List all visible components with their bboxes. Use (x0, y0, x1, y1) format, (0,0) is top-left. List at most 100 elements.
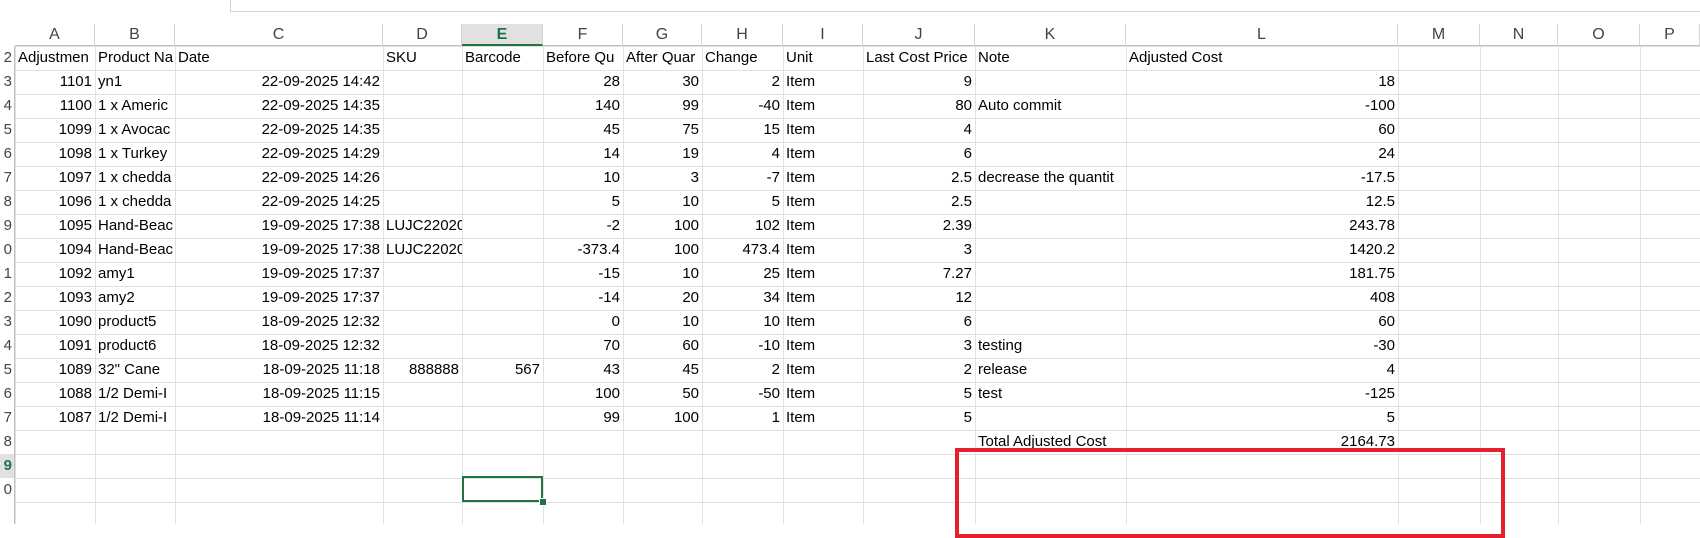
data-cell-b[interactable]: 1 x Avocac (95, 118, 175, 142)
data-cell-j[interactable]: 5 (863, 406, 975, 430)
data-cell-l[interactable]: -30 (1126, 334, 1398, 358)
row-header-4[interactable]: 4 (0, 94, 14, 118)
data-cell-j[interactable]: 3 (863, 238, 975, 262)
row-header-14[interactable]: 4 (0, 334, 14, 358)
data-cell-h[interactable]: 473.4 (702, 238, 783, 262)
data-cell-l[interactable]: -17.5 (1126, 166, 1398, 190)
data-cell-j[interactable]: 6 (863, 310, 975, 334)
data-cell-a[interactable]: 1098 (15, 142, 95, 166)
data-cell-c[interactable]: 18-09-2025 11:15 (175, 382, 383, 406)
column-header-d[interactable]: D (383, 24, 462, 46)
data-cell-l[interactable]: 4 (1126, 358, 1398, 382)
data-cell-b[interactable]: product5 (95, 310, 175, 334)
data-cell-i[interactable]: Item (783, 214, 863, 238)
data-cell-g[interactable]: 30 (623, 70, 702, 94)
data-cell-f[interactable]: 28 (543, 70, 623, 94)
row-header-6[interactable]: 6 (0, 142, 14, 166)
row-header-5[interactable]: 5 (0, 118, 14, 142)
data-cell-a[interactable]: 1088 (15, 382, 95, 406)
data-cell-b[interactable]: product6 (95, 334, 175, 358)
data-cell-f[interactable]: 0 (543, 310, 623, 334)
data-cell-h[interactable]: 1 (702, 406, 783, 430)
data-cell-c[interactable]: 22-09-2025 14:42 (175, 70, 383, 94)
data-cell-j[interactable]: 9 (863, 70, 975, 94)
data-cell-j[interactable]: 3 (863, 334, 975, 358)
data-cell-l[interactable]: 12.5 (1126, 190, 1398, 214)
data-cell-l[interactable]: -125 (1126, 382, 1398, 406)
data-cell-a[interactable]: 1089 (15, 358, 95, 382)
data-cell-g[interactable]: 75 (623, 118, 702, 142)
data-cell-c[interactable]: 18-09-2025 11:18 (175, 358, 383, 382)
data-cell-k[interactable]: Auto commit (975, 94, 1126, 118)
data-cell-a[interactable]: 1091 (15, 334, 95, 358)
data-cell-c[interactable]: 18-09-2025 12:32 (175, 310, 383, 334)
data-cell-g[interactable]: 3 (623, 166, 702, 190)
data-cell-e[interactable]: 567 (462, 358, 543, 382)
data-cell-c[interactable]: 18-09-2025 12:32 (175, 334, 383, 358)
data-cell-l[interactable]: 60 (1126, 310, 1398, 334)
data-cell-h[interactable]: -50 (702, 382, 783, 406)
data-cell-h[interactable]: 15 (702, 118, 783, 142)
header-cell-l[interactable]: Adjusted Cost (1126, 46, 1398, 70)
data-cell-a[interactable]: 1092 (15, 262, 95, 286)
data-cell-j[interactable]: 12 (863, 286, 975, 310)
data-cell-i[interactable]: Item (783, 142, 863, 166)
data-cell-i[interactable]: Item (783, 382, 863, 406)
data-cell-i[interactable]: Item (783, 94, 863, 118)
data-cell-f[interactable]: 45 (543, 118, 623, 142)
data-cell-f[interactable]: -15 (543, 262, 623, 286)
column-header-m[interactable]: M (1398, 24, 1480, 46)
row-header-11[interactable]: 1 (0, 262, 14, 286)
column-header-n[interactable]: N (1480, 24, 1558, 46)
data-cell-j[interactable]: 2.5 (863, 166, 975, 190)
data-cell-b[interactable]: Hand-Beac (95, 238, 175, 262)
header-cell-d[interactable]: SKU (383, 46, 462, 70)
data-cell-b[interactable]: yn1 (95, 70, 175, 94)
data-cell-f[interactable]: -2 (543, 214, 623, 238)
data-cell-a[interactable]: 1095 (15, 214, 95, 238)
data-cell-g[interactable]: 10 (623, 262, 702, 286)
data-cell-a[interactable]: 1096 (15, 190, 95, 214)
data-cell-c[interactable]: 19-09-2025 17:37 (175, 262, 383, 286)
data-cell-c[interactable]: 22-09-2025 14:35 (175, 94, 383, 118)
data-cell-a[interactable]: 1097 (15, 166, 95, 190)
row-header-7[interactable]: 7 (0, 166, 14, 190)
data-cell-b[interactable]: 1 x Turkey (95, 142, 175, 166)
data-cell-c[interactable]: 18-09-2025 11:14 (175, 406, 383, 430)
data-cell-g[interactable]: 100 (623, 214, 702, 238)
data-cell-g[interactable]: 100 (623, 238, 702, 262)
data-cell-i[interactable]: Item (783, 238, 863, 262)
header-cell-c[interactable]: Date (175, 46, 383, 70)
row-header-12[interactable]: 2 (0, 286, 14, 310)
data-cell-h[interactable]: 10 (702, 310, 783, 334)
data-cell-g[interactable]: 50 (623, 382, 702, 406)
data-cell-b[interactable]: amy2 (95, 286, 175, 310)
column-header-h[interactable]: H (702, 24, 783, 46)
data-cell-i[interactable]: Item (783, 70, 863, 94)
column-header-p[interactable]: P (1640, 24, 1700, 46)
data-cell-b[interactable]: 1/2 Demi-I (95, 406, 175, 430)
data-cell-h[interactable]: -7 (702, 166, 783, 190)
column-header-b[interactable]: B (95, 24, 175, 46)
data-cell-a[interactable]: 1099 (15, 118, 95, 142)
data-cell-l[interactable]: 408 (1126, 286, 1398, 310)
data-cell-k[interactable]: test (975, 382, 1126, 406)
header-cell-k[interactable]: Note (975, 46, 1126, 70)
data-cell-k[interactable]: testing (975, 334, 1126, 358)
column-header-f[interactable]: F (543, 24, 623, 46)
column-header-l[interactable]: L (1126, 24, 1398, 46)
data-cell-i[interactable]: Item (783, 310, 863, 334)
row-header-9[interactable]: 9 (0, 214, 14, 238)
data-cell-f[interactable]: 70 (543, 334, 623, 358)
data-cell-g[interactable]: 99 (623, 94, 702, 118)
data-cell-j[interactable]: 5 (863, 382, 975, 406)
data-cell-h[interactable]: 2 (702, 70, 783, 94)
data-cell-b[interactable]: 1 x Americ (95, 94, 175, 118)
data-cell-h[interactable]: 5 (702, 190, 783, 214)
active-cell-selection[interactable] (462, 476, 543, 502)
row-header-17[interactable]: 7 (0, 406, 14, 430)
header-cell-h[interactable]: Change (702, 46, 783, 70)
data-cell-d[interactable]: LUJC220202 (383, 238, 462, 262)
data-cell-b[interactable]: Hand-Beac (95, 214, 175, 238)
data-cell-d[interactable]: LUJC22020277 (383, 214, 462, 238)
